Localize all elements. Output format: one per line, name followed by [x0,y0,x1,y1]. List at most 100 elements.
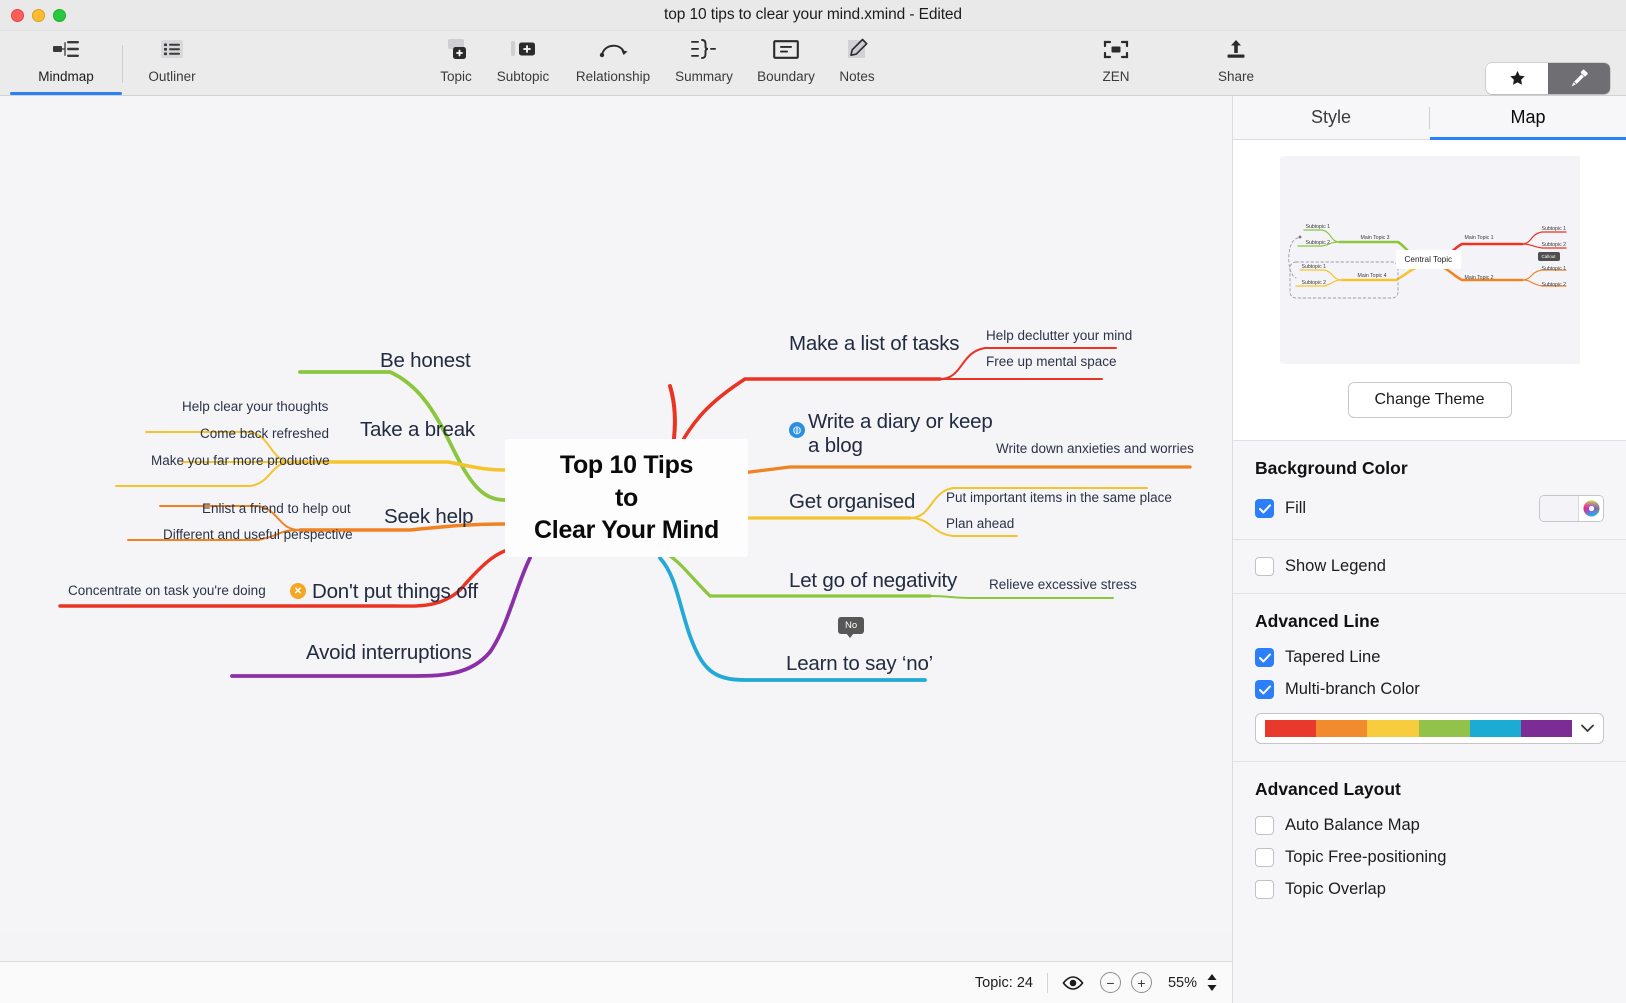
icon-panel-button[interactable] [1486,63,1548,94]
toolbar-item-mindmap[interactable]: Mindmap [18,36,114,84]
toolbar-item-notes[interactable]: Notes [809,36,905,84]
stepper-updown-icon[interactable] [1206,973,1218,992]
close-button[interactable] [11,9,24,22]
subtopic-free-up-mental-space[interactable]: Free up mental space [986,354,1117,369]
topic-avoid-interruptions[interactable]: Avoid interruptions [306,641,472,665]
subtopic-enlist-a-friend-to-help-out[interactable]: Enlist a friend to help out [202,501,351,516]
theme-subtopic-1b: Subtopic 1 [1301,264,1327,270]
theme-subtopic-2a: Subtopic 2 [1305,240,1331,246]
checkbox-tapered-line[interactable] [1255,648,1274,667]
background-color-swatch[interactable] [1540,496,1578,521]
checkbox-topic-overlap[interactable] [1255,880,1274,899]
minimize-button[interactable] [32,9,45,22]
section-title-advanced-line: Advanced Line [1255,611,1380,631]
row-auto-balance-map[interactable]: Auto Balance Map [1255,816,1604,835]
checkbox-multi-branch-color[interactable] [1255,680,1274,699]
zoom-level: 55% [1167,974,1197,991]
label-multi-branch-color: Multi-branch Color [1285,680,1420,698]
format-panel-button[interactable] [1548,63,1610,94]
subtopic-different-and-useful-perspective[interactable]: Different and useful perspective [163,527,353,542]
traffic-lights [11,9,66,22]
theme-block: Central Topic Main Topic 1 Main Topic 2 … [1233,140,1626,441]
toolbar-item-zen[interactable]: ZEN [1068,36,1164,84]
tab-style[interactable]: Style [1233,96,1429,139]
status-divider [1046,972,1048,993]
toolbar-item-subtopic[interactable]: Subtopic [475,36,571,84]
zoom-out-button[interactable]: − [1099,972,1121,993]
row-topic-overlap[interactable]: Topic Overlap [1255,880,1604,899]
subtopic-relieve-excessive-stress[interactable]: Relieve excessive stress [989,577,1137,592]
subtopic-concentrate-on-task-youre-doing[interactable]: Concentrate on task you're doing [68,583,266,598]
subtopic-help-declutter-your-mind[interactable]: Help declutter your mind [986,328,1132,343]
theme-subtopic-2b: Subtopic 2 [1301,280,1327,286]
mindmap-canvas[interactable]: Top 10 Tips to Clear Your Mind Make a li… [0,96,1232,934]
status-bar: Topic: 24 − + 55% [0,961,1232,1003]
topic-take-a-break[interactable]: Take a break [360,418,475,442]
subtopic-help-clear-your-thoughts[interactable]: Help clear your thoughts [182,399,328,414]
maximize-button[interactable] [53,9,66,22]
background-color-well[interactable] [1539,495,1604,522]
toolbar-label-zen: ZEN [1102,69,1130,84]
label-auto-balance-map: Auto Balance Map [1285,816,1420,834]
checkbox-show-legend[interactable] [1255,557,1274,576]
palette-color-3 [1367,720,1419,737]
row-topic-free-positioning[interactable]: Topic Free-positioning [1255,848,1604,867]
theme-main-topic-3: Main Topic 3 [1360,235,1390,241]
change-theme-button[interactable]: Change Theme [1347,382,1512,418]
toolbar-item-outliner[interactable]: Outliner [124,36,220,84]
subtopic-come-back-refreshed[interactable]: Come back refreshed [200,426,329,441]
theme-preview[interactable]: Central Topic Main Topic 1 Main Topic 2 … [1279,156,1580,364]
checkbox-fill[interactable] [1255,499,1274,518]
toolbar-label-relationship: Relationship [575,69,651,84]
palette-color-2 [1316,720,1368,737]
section-advanced-line: Advanced Line Tapered Line Multi-branch … [1233,594,1626,762]
topic-learn-to-say-no[interactable]: Learn to say ‘no’ [786,652,933,676]
topic-write-a-diary-or-keep-a-blog[interactable]: Write a diary or keep a blog [808,410,998,457]
tab-map[interactable]: Map [1430,96,1626,139]
topic-count: Topic: 24 [974,974,1033,991]
toolbar: Mindmap Outliner Topic Subtopic Relation… [0,31,1626,112]
row-tapered-line[interactable]: Tapered Line [1255,648,1604,667]
row-show-legend[interactable]: Show Legend [1255,557,1604,576]
topic-be-honest[interactable]: Be honest [380,349,471,373]
theme-callout-tag: Callout [1537,252,1560,261]
topic-dont-put-things-off[interactable]: Don't put things off [312,580,478,604]
toolbar-item-share[interactable]: Share [1188,36,1284,84]
label-no-tag[interactable]: No [838,617,865,638]
xmind-window: top 10 tips to clear your mind.xmind - E… [0,0,1626,1003]
row-fill[interactable]: Fill [1255,495,1604,522]
theme-subtopic-1a: Subtopic 1 [1305,224,1331,230]
subtopic-plan-ahead[interactable]: Plan ahead [946,516,1014,531]
toolbar-label-summary: Summary [675,69,733,84]
toolbar-item-relationship[interactable]: Relationship [565,36,661,84]
section-show-legend: Show Legend [1233,540,1626,594]
central-topic[interactable]: Top 10 Tips to Clear Your Mind [505,439,748,557]
subtopic-write-down-anxieties-and-worries[interactable]: Write down anxieties and worries [996,441,1194,456]
section-background-color: Background Color Fill [1233,441,1626,540]
panel-active-tab-underline [1429,137,1626,140]
row-multi-branch-color[interactable]: Multi-branch Color [1255,680,1604,699]
toolbar-label-share: Share [1217,69,1255,84]
label-fill: Fill [1285,499,1307,517]
palette-swatches [1265,720,1573,737]
subtopic-make-you-far-more-productive[interactable]: Make you far more productive [151,453,330,468]
topic-let-go-of-negativity[interactable]: Let go of negativity [789,569,957,593]
zoom-in-button[interactable]: + [1130,972,1152,993]
multi-branch-palette-select[interactable] [1255,713,1604,744]
topic-make-a-list-of-tasks[interactable]: Make a list of tasks [789,332,960,356]
eye-icon[interactable] [1062,975,1084,990]
palette-color-6 [1520,720,1573,737]
color-wheel-icon[interactable] [1578,496,1603,521]
subtopic-put-important-items-in-the-same-place[interactable]: Put important items in the same place [946,490,1172,505]
checkbox-topic-free-positioning[interactable] [1255,848,1274,867]
checkbox-auto-balance-map[interactable] [1255,816,1274,835]
flag-blue-icon[interactable]: ◍ [789,422,805,438]
icon-format-segmented-control [1486,63,1610,94]
toolbar-label-boundary: Boundary [757,69,815,84]
topic-get-organised[interactable]: Get organised [789,490,915,514]
topic-seek-help[interactable]: Seek help [384,505,474,529]
toolbar-divider [122,45,123,83]
x-orange-icon[interactable]: ✕ [290,583,306,599]
chevron-down-icon[interactable] [1581,721,1594,736]
relationship-icon [598,36,628,62]
